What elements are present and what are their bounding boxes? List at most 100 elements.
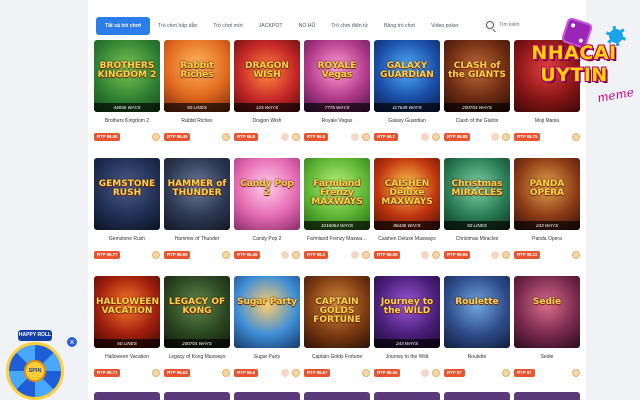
game-thumbnail[interactable] [164, 392, 230, 400]
game-ways: 243 WAYS [514, 221, 580, 230]
game-thumbnail[interactable]: Journey to the WILD 243 WAYS [374, 276, 440, 348]
tab-jackpot[interactable]: JACKPOT [251, 17, 291, 35]
game-name: Panda Opera [532, 236, 562, 242]
game-thumbnail[interactable]: Rabbit Riches 50 LINES [164, 40, 230, 112]
game-card[interactable]: ROYALE Vegas 7776 WAYS Royale Vegas RTP 9… [304, 40, 370, 142]
game-name: Royale Vegas [321, 118, 353, 124]
game-card[interactable]: Candy Pop 2 Candy Pop 2 RTP 96.45 [234, 158, 300, 260]
game-card[interactable]: CLASH of the GIANTS 200704 WAYS Clash of … [444, 40, 510, 142]
game-card[interactable]: PANDA OPERA 243 WAYS Panda Opera RTP 96.1… [514, 158, 580, 260]
coin-icon [572, 251, 580, 259]
game-thumbnail[interactable] [234, 392, 300, 400]
game-thumbnail[interactable]: CAISHEN Deluxe MAXWAYS 86436 WAYS [374, 158, 440, 230]
game-card[interactable]: Sedie Sedie RTP 97 [514, 276, 580, 378]
hot-icon [421, 251, 429, 259]
game-thumbnail[interactable] [444, 392, 510, 400]
game-row: GEMSTONE RUSH Gemstone Rush RTP 96.77 HA… [94, 158, 584, 276]
game-card[interactable]: Journey to the WILD 243 WAYS Journey to t… [374, 276, 440, 378]
rtp-badge: RTP 96.65 [444, 251, 471, 259]
game-thumbnail[interactable]: CLASH of the GIANTS 200704 WAYS [444, 40, 510, 112]
coin-icon [432, 369, 440, 377]
tab-video-poker[interactable]: Video poker [423, 17, 467, 35]
game-thumbnail[interactable]: DRAGON WISH 125 WAYS [234, 40, 300, 112]
game-thumbnail[interactable]: CAPTAIN GOLDS FORTUNE [304, 276, 370, 348]
next-row-peek [94, 392, 584, 400]
coin-icon [152, 133, 160, 141]
rtp-badge: RTP 96.63 [164, 369, 191, 377]
game-thumbnail[interactable] [374, 392, 440, 400]
logo-line-2: UYTIN [540, 64, 608, 86]
game-card[interactable]: Roulette Roulette RTP 97 [444, 276, 510, 378]
game-ways: 50 LINES [164, 103, 230, 112]
game-thumbnail[interactable]: GALAXY GUARDIAN 117649 WAYS [374, 40, 440, 112]
game-name: Moji Mania [534, 118, 560, 124]
game-name: Gemstone Rush [108, 236, 146, 242]
spin-widget[interactable]: HAPPY ROLL SPIN × [0, 330, 82, 400]
game-thumbnail[interactable] [304, 392, 370, 400]
game-thumbnail[interactable] [94, 392, 160, 400]
game-thumbnail[interactable]: HALLOWEEN VACATION 50 LINES [94, 276, 160, 348]
game-card[interactable]: HAMMER of THUNDER Hammer of Thunder RTP … [164, 158, 230, 260]
game-name: Clash of the Giants [455, 118, 499, 124]
game-art-title: GEMSTONE RUSH [98, 179, 156, 198]
hot-icon [421, 369, 429, 377]
rtp-badge: RTP 96.45 [234, 251, 261, 259]
rtp-badge: RTP 96.85 [94, 133, 121, 141]
tab-table-games[interactable]: Bảng trò chơi [376, 17, 423, 35]
game-thumbnail[interactable]: ROYALE Vegas 7776 WAYS [304, 40, 370, 112]
hot-icon [351, 251, 359, 259]
game-art-title: Rabbit Riches [180, 61, 214, 80]
rtp-badge: RTP 96.49 [164, 133, 191, 141]
game-thumbnail[interactable]: Farmland Frenzy MAXWAYS 1016064 WAYS [304, 158, 370, 230]
category-tabs: Tất cả trò chơi Trò chơi hấp dẫn Trò chơ… [96, 16, 516, 36]
game-card[interactable]: GALAXY GUARDIAN 117649 WAYS Galaxy Guardi… [374, 40, 440, 142]
game-card[interactable]: DRAGON WISH 125 WAYS Dragon Wish RTP 96.8 [234, 40, 300, 142]
game-thumbnail[interactable]: Candy Pop 2 [234, 158, 300, 230]
game-card[interactable]: GEMSTONE RUSH Gemstone Rush RTP 96.77 [94, 158, 160, 260]
game-ways: 50 LINES [444, 221, 510, 230]
coin-icon [572, 369, 580, 377]
game-art-title: LEGACY OF KONG [168, 297, 226, 316]
game-card[interactable]: BROTHERS KINGDOM 2 44656 WAYS Brothers Ki… [94, 40, 160, 142]
rtp-badge: RTP 96.8 [304, 133, 329, 141]
game-thumbnail[interactable]: Sedie [514, 276, 580, 348]
game-ways: 7776 WAYS [304, 103, 370, 112]
game-art-title: GALAXY GUARDIAN [380, 61, 434, 80]
spin-button[interactable]: SPIN [24, 360, 46, 382]
search-icon[interactable] [486, 21, 494, 29]
coin-icon [432, 133, 440, 141]
game-card[interactable]: Christmas MIRACLES 50 LINES Christmas Mir… [444, 158, 510, 260]
tab-new[interactable]: Trò chơi mới [205, 17, 250, 35]
game-ways: 86436 WAYS [374, 221, 440, 230]
game-thumbnail[interactable] [514, 392, 580, 400]
rtp-badge: RTP 96.88 [444, 133, 471, 141]
game-thumbnail[interactable]: Sugar Party [234, 276, 300, 348]
game-thumbnail[interactable]: LEGACY OF KONG 200704 WAYS [164, 276, 230, 348]
game-name: Legacy of Kong Maxways [168, 354, 226, 360]
game-card[interactable]: Sugar Party Sugar Party RTP 96.6 [234, 276, 300, 378]
game-art-title: Christmas MIRACLES [451, 179, 503, 198]
game-card[interactable]: CAISHEN Deluxe MAXWAYS 86436 WAYS Caishen… [374, 158, 440, 260]
coin-icon [292, 133, 300, 141]
game-thumbnail[interactable]: PANDA OPERA 243 WAYS [514, 158, 580, 230]
rtp-badge: RTP 97 [444, 369, 465, 377]
tab-all-games[interactable]: Tất cả trò chơi [96, 17, 150, 35]
coin-icon [152, 251, 160, 259]
game-ways: 200704 WAYS [164, 339, 230, 348]
game-card[interactable]: LEGACY OF KONG 200704 WAYS Legacy of Kong… [164, 276, 230, 378]
game-thumbnail[interactable]: HAMMER of THUNDER [164, 158, 230, 230]
game-card[interactable]: Rabbit Riches 50 LINES Rabbit Riches RTP … [164, 40, 230, 142]
game-thumbnail[interactable]: Roulette [444, 276, 510, 348]
tab-electronic[interactable]: Trò chơi điện tử [323, 17, 376, 35]
tab-no-hu[interactable]: NỔ HŨ [291, 17, 324, 35]
close-icon[interactable]: × [66, 336, 78, 348]
tab-featured[interactable]: Trò chơi hấp dẫn [150, 17, 205, 35]
game-card[interactable]: Farmland Frenzy MAXWAYS 1016064 WAYS Farm… [304, 158, 370, 260]
game-thumbnail[interactable]: Christmas MIRACLES 50 LINES [444, 158, 510, 230]
game-thumbnail[interactable]: GEMSTONE RUSH [94, 158, 160, 230]
game-thumbnail[interactable]: BROTHERS KINGDOM 2 44656 WAYS [94, 40, 160, 112]
game-card[interactable]: CAPTAIN GOLDS FORTUNE Captain Golds Fort… [304, 276, 370, 378]
game-name: Halloween Vacation [105, 354, 149, 360]
game-card[interactable]: HALLOWEEN VACATION 50 LINES Halloween Vac… [94, 276, 160, 378]
coin-icon [222, 133, 230, 141]
